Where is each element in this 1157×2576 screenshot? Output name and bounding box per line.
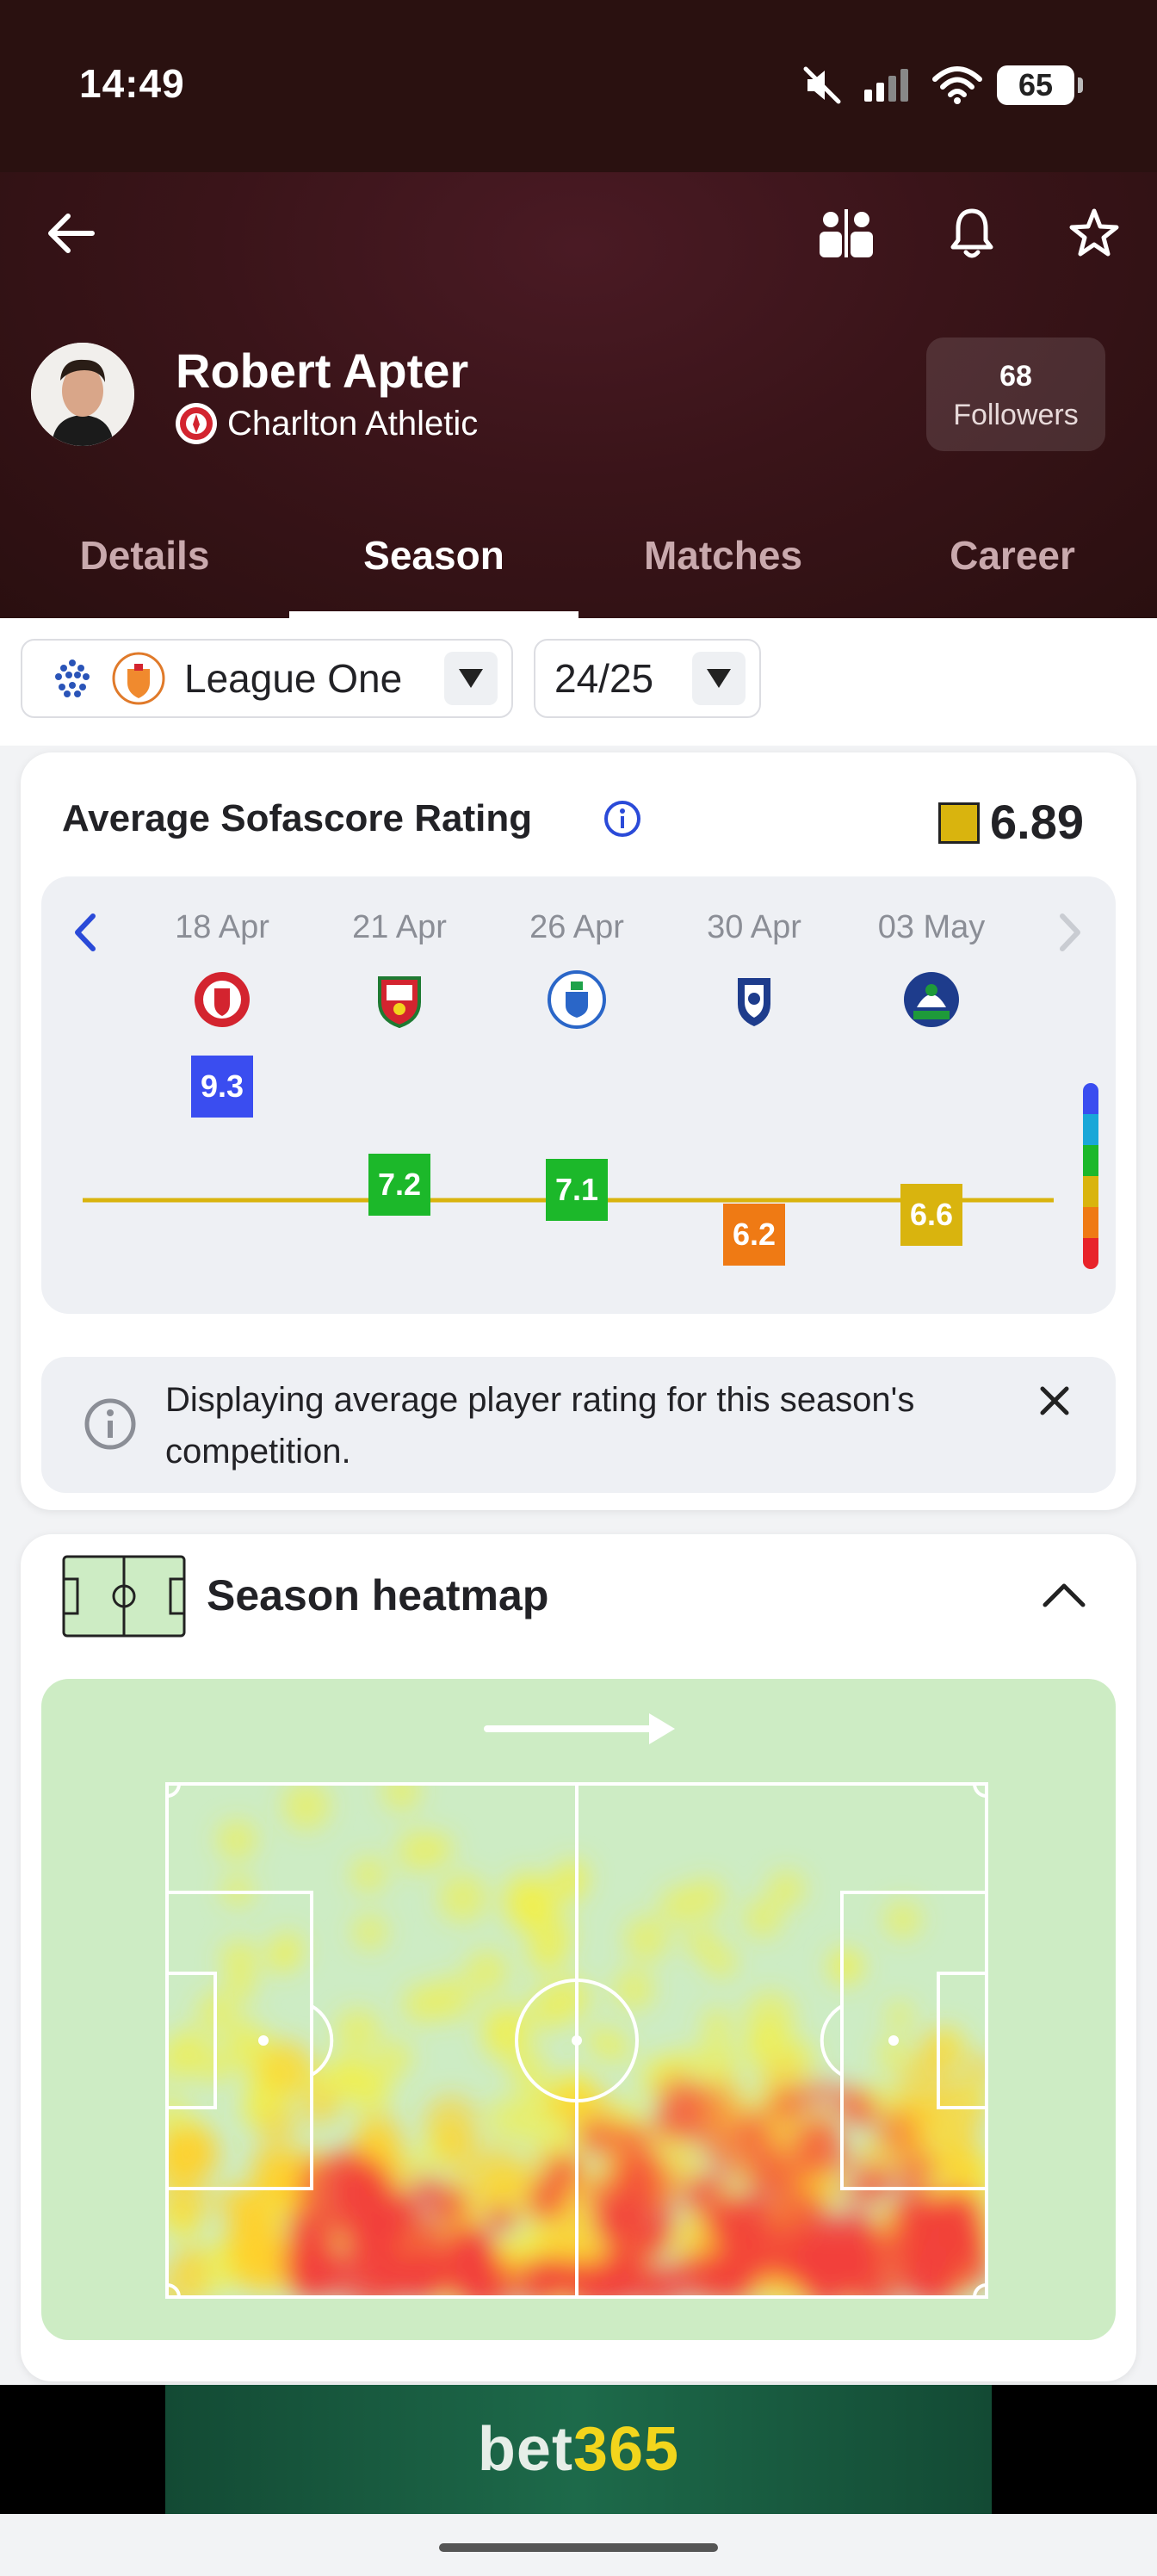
rating-card-title: Average Sofascore Rating <box>62 797 533 839</box>
chevron-right-icon <box>1060 913 1080 951</box>
average-rating-swatch <box>938 802 980 844</box>
team-name: Charlton Athletic <box>227 404 479 443</box>
next-matches-button[interactable] <box>1054 911 1088 958</box>
chevron-left-icon <box>75 913 96 951</box>
charlton-logo-icon <box>176 403 217 444</box>
wrexham-crest-icon[interactable] <box>369 969 430 1030</box>
wifi-icon <box>931 64 983 111</box>
star-icon <box>1069 208 1119 257</box>
match-rating-badge[interactable]: 7.1 <box>546 1158 608 1221</box>
tab-matches[interactable]: Matches <box>578 525 868 618</box>
player-header: 14:49 65 Robert Apter Charlton Athletic … <box>0 0 1157 618</box>
chevron-up-icon <box>1043 1583 1086 1607</box>
heatmap-pitch <box>41 1679 1116 2340</box>
info-circle-icon <box>83 1396 138 1456</box>
season-select-label: 24/25 <box>554 656 654 701</box>
close-button[interactable] <box>1035 1381 1074 1425</box>
followers-count: 68 <box>999 360 1032 393</box>
average-rating-value: 6.89 <box>990 795 1084 849</box>
bell-icon <box>950 208 993 258</box>
match-rating-badge[interactable]: 9.3 <box>191 1056 253 1118</box>
rating-scale-segment <box>1083 1207 1098 1238</box>
rating-info-text: Displaying average player rating for thi… <box>165 1381 915 1471</box>
heatmap-canvas <box>165 1713 988 2299</box>
wigan-crest-icon[interactable] <box>547 969 607 1030</box>
close-icon <box>1040 1386 1069 1415</box>
ad-banner[interactable]: bet 365 <box>0 2385 1157 2514</box>
followers-label: Followers <box>953 399 1079 431</box>
league-select[interactable]: League One <box>21 639 513 718</box>
home-indicator[interactable] <box>439 2543 718 2552</box>
blackpool-crest-icon <box>112 652 165 705</box>
player-name: Robert Apter <box>176 344 469 398</box>
heatmap-title: Season heatmap <box>207 1571 549 1619</box>
arrow-left-icon <box>48 214 95 253</box>
rating-scale-segment <box>1083 1114 1098 1145</box>
collapse-heatmap-button[interactable] <box>1040 1574 1088 1619</box>
status-time: 14:49 <box>79 61 185 106</box>
status-bar: 14:49 65 <box>0 0 1157 172</box>
match-date: 26 Apr <box>529 909 624 945</box>
previous-matches-button[interactable] <box>67 911 102 958</box>
stevenage-crest-icon[interactable] <box>192 969 252 1030</box>
back-button[interactable] <box>41 203 102 263</box>
match-date: 21 Apr <box>352 909 447 945</box>
chevron-down-icon <box>692 652 746 705</box>
birmingham-crest-icon[interactable] <box>724 969 784 1030</box>
followers-badge: 68 Followers <box>926 337 1105 451</box>
chevron-down-icon <box>444 652 498 705</box>
info-icon[interactable] <box>603 799 642 843</box>
tab-career[interactable]: Career <box>868 525 1157 618</box>
match-date: 30 Apr <box>707 909 801 945</box>
match-date: 03 May <box>877 909 986 945</box>
bet365-ad[interactable]: bet 365 <box>165 2385 992 2514</box>
bristol-rovers-crest-icon[interactable] <box>901 969 962 1030</box>
tab-season[interactable]: Season <box>289 525 578 618</box>
tab-details[interactable]: Details <box>0 525 289 618</box>
ad-brand-text: bet <box>477 2415 573 2484</box>
player-tabs: Details Season Matches Career <box>0 525 1157 618</box>
league-one-logo-icon <box>46 653 98 704</box>
rating-scale-legend <box>1083 1083 1098 1269</box>
attack-direction-arrow <box>484 1713 675 1744</box>
mute-icon <box>801 64 844 111</box>
rating-scale-segment <box>1083 1083 1098 1114</box>
match-rating-badge[interactable]: 6.6 <box>900 1183 962 1246</box>
match-date: 18 Apr <box>175 909 269 945</box>
home-indicator-bar <box>0 2514 1157 2576</box>
compare-button[interactable] <box>816 203 876 263</box>
league-select-label: League One <box>184 656 403 701</box>
match-rating-badge[interactable]: 7.2 <box>368 1154 430 1217</box>
match-rating-badge[interactable]: 6.2 <box>723 1204 785 1266</box>
notifications-button[interactable] <box>942 203 1002 263</box>
ad-brand-number: 365 <box>572 2415 680 2484</box>
rating-info-banner: Displaying average player rating for thi… <box>41 1357 1116 1493</box>
favorite-button[interactable] <box>1064 203 1124 263</box>
pitch-icon <box>62 1555 186 1642</box>
player-avatar <box>31 343 134 446</box>
rating-scale-segment <box>1083 1145 1098 1176</box>
rating-scale-segment <box>1083 1238 1098 1269</box>
signal-icon <box>863 64 914 111</box>
rating-scale-segment <box>1083 1176 1098 1207</box>
player-team[interactable]: Charlton Athletic <box>176 403 478 444</box>
season-select[interactable]: 24/25 <box>534 639 761 718</box>
compare-players-icon <box>820 209 873 257</box>
battery-indicator: 65 <box>997 65 1083 105</box>
